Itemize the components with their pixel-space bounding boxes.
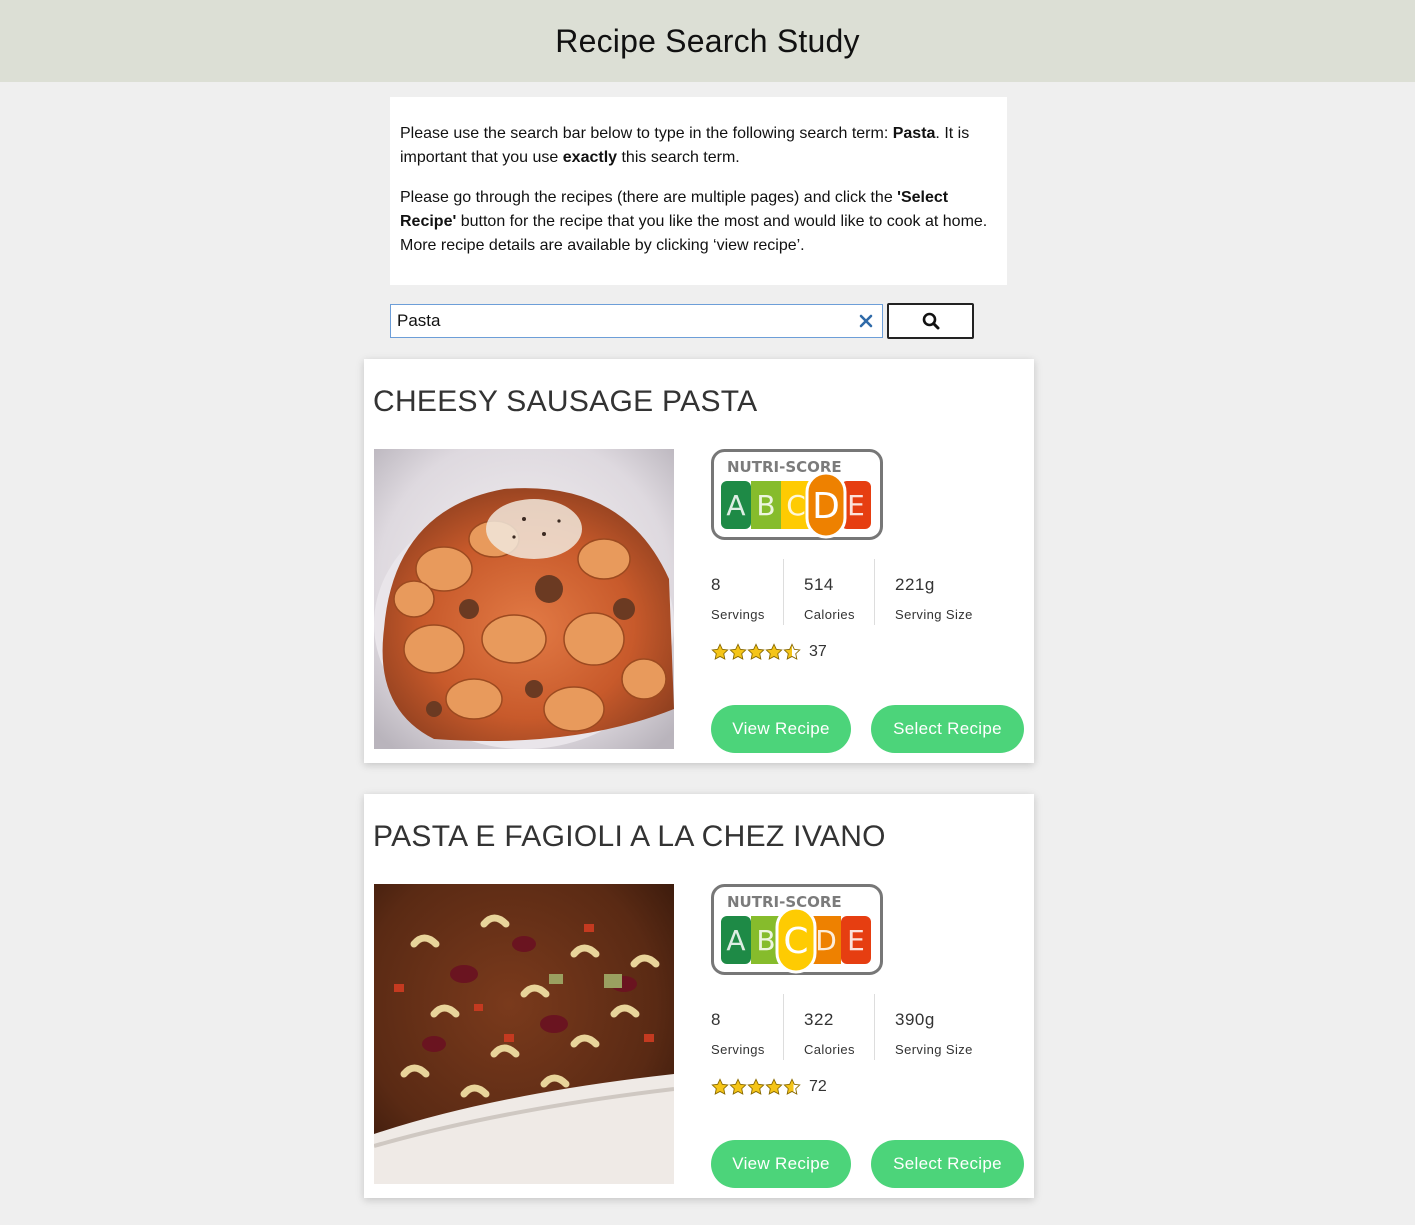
page-header: Recipe Search Study — [0, 0, 1415, 82]
star-icon — [765, 643, 783, 660]
search-term: Pasta — [892, 125, 936, 142]
recipe-photo — [374, 884, 674, 1184]
recipe-rating: 37 — [711, 643, 827, 661]
star-icon — [747, 643, 765, 660]
star-icon — [765, 1078, 783, 1095]
rating-count: 37 — [809, 643, 827, 660]
recipe-rating: 72 — [711, 1078, 827, 1096]
instructions-paragraph-1: Please use the search bar below to type … — [400, 125, 970, 166]
serving-size-stat: 390g Serving Size — [895, 1010, 973, 1057]
nutri-active-letter: D — [812, 486, 840, 527]
view-recipe-button[interactable]: View Recipe — [711, 1140, 851, 1188]
rating-count: 72 — [809, 1078, 827, 1095]
star-icon — [729, 1078, 747, 1095]
recipe-title: CHEESY SAUSAGE PASTA — [373, 385, 758, 418]
star-icon — [729, 643, 747, 660]
recipe-title: PASTA E FAGIOLI A LA CHEZ IVANO — [373, 820, 886, 853]
select-recipe-button[interactable]: Select Recipe — [871, 1140, 1024, 1188]
nutri-active-letter: C — [783, 921, 808, 962]
recipe-photo — [374, 449, 674, 749]
search-bar — [390, 304, 883, 338]
search-button[interactable] — [887, 303, 974, 339]
nutri-letter-c: C — [786, 489, 806, 522]
search-icon — [922, 312, 939, 330]
recipe-card: CHEESY SAUSAGE PASTA NUTRI-SCORE A B C E… — [364, 359, 1034, 763]
instructions-paragraph-2: Please go through the recipes (there are… — [400, 189, 988, 254]
nutri-letter-b: B — [756, 489, 775, 522]
nutri-letter-a: A — [726, 924, 745, 957]
serving-size-stat: 221g Serving Size — [895, 575, 973, 622]
star-rating — [711, 1078, 801, 1096]
calories-stat: 514 Calories — [784, 559, 875, 625]
view-recipe-button[interactable]: View Recipe — [711, 705, 851, 753]
recipe-stats: 8 Servings 322 Calories 390g Serving Siz… — [711, 994, 995, 1060]
star-rating — [711, 643, 801, 661]
nutri-score-label: NUTRI-SCORE A B D E C — [711, 884, 883, 975]
instructions-panel: Please use the search bar below to type … — [390, 97, 1007, 285]
servings-stat: 8 Servings — [711, 994, 784, 1060]
nutri-letter-e: E — [847, 489, 865, 522]
svg-text:NUTRI-SCORE: NUTRI-SCORE — [727, 893, 842, 911]
search-input[interactable] — [391, 305, 851, 337]
clear-icon[interactable] — [858, 313, 874, 329]
nutri-letter-d: D — [815, 924, 837, 957]
select-recipe-button[interactable]: Select Recipe — [871, 705, 1024, 753]
servings-stat: 8 Servings — [711, 559, 784, 625]
calories-stat: 322 Calories — [784, 994, 875, 1060]
star-icon — [783, 1078, 801, 1095]
nutri-letter-e: E — [847, 924, 865, 957]
star-icon — [711, 1078, 729, 1095]
star-icon — [783, 643, 801, 660]
star-icon — [711, 643, 729, 660]
recipe-card: PASTA E FAGIOLI A LA CHEZ IVANO NUTRI-SC… — [364, 794, 1034, 1198]
nutri-letter-b: B — [756, 924, 775, 957]
page-title: Recipe Search Study — [555, 22, 860, 59]
recipe-stats: 8 Servings 514 Calories 221g Serving Siz… — [711, 559, 995, 625]
star-icon — [747, 1078, 765, 1095]
nutri-letter-a: A — [726, 489, 745, 522]
nutri-score-label: NUTRI-SCORE A B C ED — [711, 449, 883, 540]
